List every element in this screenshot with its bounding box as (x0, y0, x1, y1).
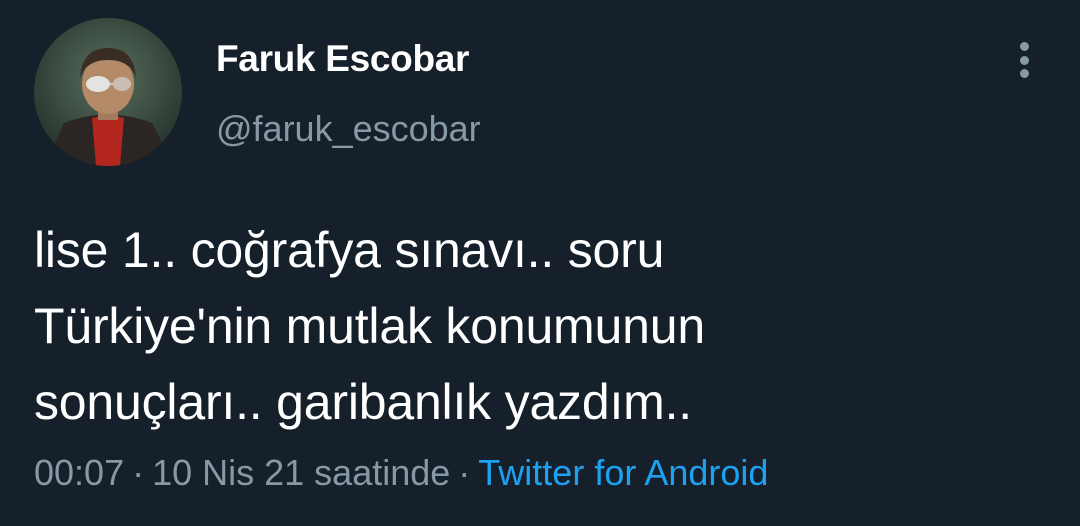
tweet-time[interactable]: 00:07 (34, 452, 124, 493)
more-dot (1019, 69, 1029, 78)
meta-separator: · (458, 452, 471, 493)
tweet-source-link[interactable]: Twitter for Android (478, 452, 768, 493)
meta-separator: · (132, 452, 145, 493)
tweet-text-line: lise 1.. coğrafya sınavı.. soru (34, 222, 665, 278)
user-handle[interactable]: @faruk_escobar (216, 108, 481, 150)
tweet-text-line: sonuçları.. garibanlık yazdım.. (34, 374, 692, 430)
more-options-icon[interactable] (1006, 38, 1042, 82)
tweet-date[interactable]: 10 Nis 21 saatinde (152, 452, 450, 493)
tweet-card: Faruk Escobar @faruk_escobar lise 1.. co… (0, 0, 1080, 526)
more-dot (1019, 42, 1029, 51)
avatar[interactable] (34, 18, 182, 166)
tweet-text-line: Türkiye'nin mutlak konumunun (34, 298, 705, 354)
more-dot (1019, 55, 1029, 65)
tweet-meta: 00:07 · 10 Nis 21 saatinde · Twitter for And… (34, 452, 768, 494)
avatar-photo (34, 18, 182, 166)
display-name[interactable]: Faruk Escobar (216, 38, 469, 80)
tweet-text: lise 1.. coğrafya sınavı.. soru Türkiye'… (34, 212, 1054, 440)
